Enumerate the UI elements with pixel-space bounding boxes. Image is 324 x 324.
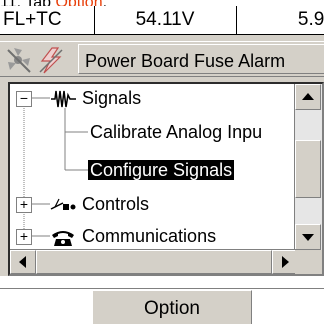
tree-item-configure-signals[interactable]: Configure Signals: [88, 157, 235, 183]
mode-readout: FL+TC: [3, 9, 62, 30]
scroll-thumb[interactable]: [295, 140, 321, 198]
scroll-down-button[interactable]: [295, 224, 321, 250]
current-readout: 5.9A: [236, 6, 324, 34]
divider: [0, 288, 324, 289]
arrow-left-icon: [19, 256, 26, 268]
telephone-icon: [52, 231, 75, 247]
tree-item-label: Calibrate Analog Inpu: [90, 122, 263, 142]
horizontal-scrollbar[interactable]: [10, 249, 298, 274]
horizontal-scroll-thumb[interactable]: [36, 250, 272, 274]
tree-item-signals[interactable]: − Signals: [16, 85, 141, 111]
collapse-toggle[interactable]: −: [16, 91, 32, 108]
tree-item-calibrate-analog-input[interactable]: Calibrate Analog Inpu: [90, 119, 262, 145]
signal-wave-icon: [51, 91, 77, 108]
expand-toggle[interactable]: +: [16, 229, 32, 246]
scrollbar-corner: [295, 250, 322, 274]
scroll-left-button[interactable]: [10, 250, 36, 274]
arrow-up-icon: [302, 93, 314, 100]
scroll-up-button[interactable]: [295, 84, 321, 110]
voltage-readout: 54.11V: [94, 6, 235, 34]
lightning-icon: [39, 47, 63, 74]
expand-toggle[interactable]: +: [16, 197, 32, 214]
option-button[interactable]: Option: [92, 290, 252, 324]
tree-item-label: Controls: [82, 194, 150, 214]
vertical-scrollbar[interactable]: [294, 84, 322, 250]
arrow-right-icon: [282, 256, 289, 268]
status-bar: FL+TC 54.11V 5.9A: [0, 6, 324, 35]
alarm-bar: Power Board Fuse Alarm: [0, 41, 324, 77]
tree-item-communications[interactable]: + Communications: [16, 223, 216, 249]
crossed-out-fan-icon: [7, 48, 31, 73]
arrow-down-icon: [302, 234, 314, 241]
device-screen: FL+TC 54.11V 5.9A Power Board Fuse Alarm: [0, 6, 324, 324]
alarm-icons: [6, 46, 76, 74]
controls-icon: [50, 198, 76, 211]
tree-item-label: Communications: [82, 226, 217, 246]
tree-item-label: Configure Signals: [88, 160, 235, 180]
tree-item-label: Signals: [82, 88, 142, 108]
tree-item-controls[interactable]: + Controls: [16, 191, 149, 217]
alarm-button[interactable]: Power Board Fuse Alarm: [78, 44, 324, 74]
button-area: Option: [0, 276, 324, 324]
menu-tree: − Signals Calibrate Analog Inpu Configur…: [8, 82, 324, 276]
